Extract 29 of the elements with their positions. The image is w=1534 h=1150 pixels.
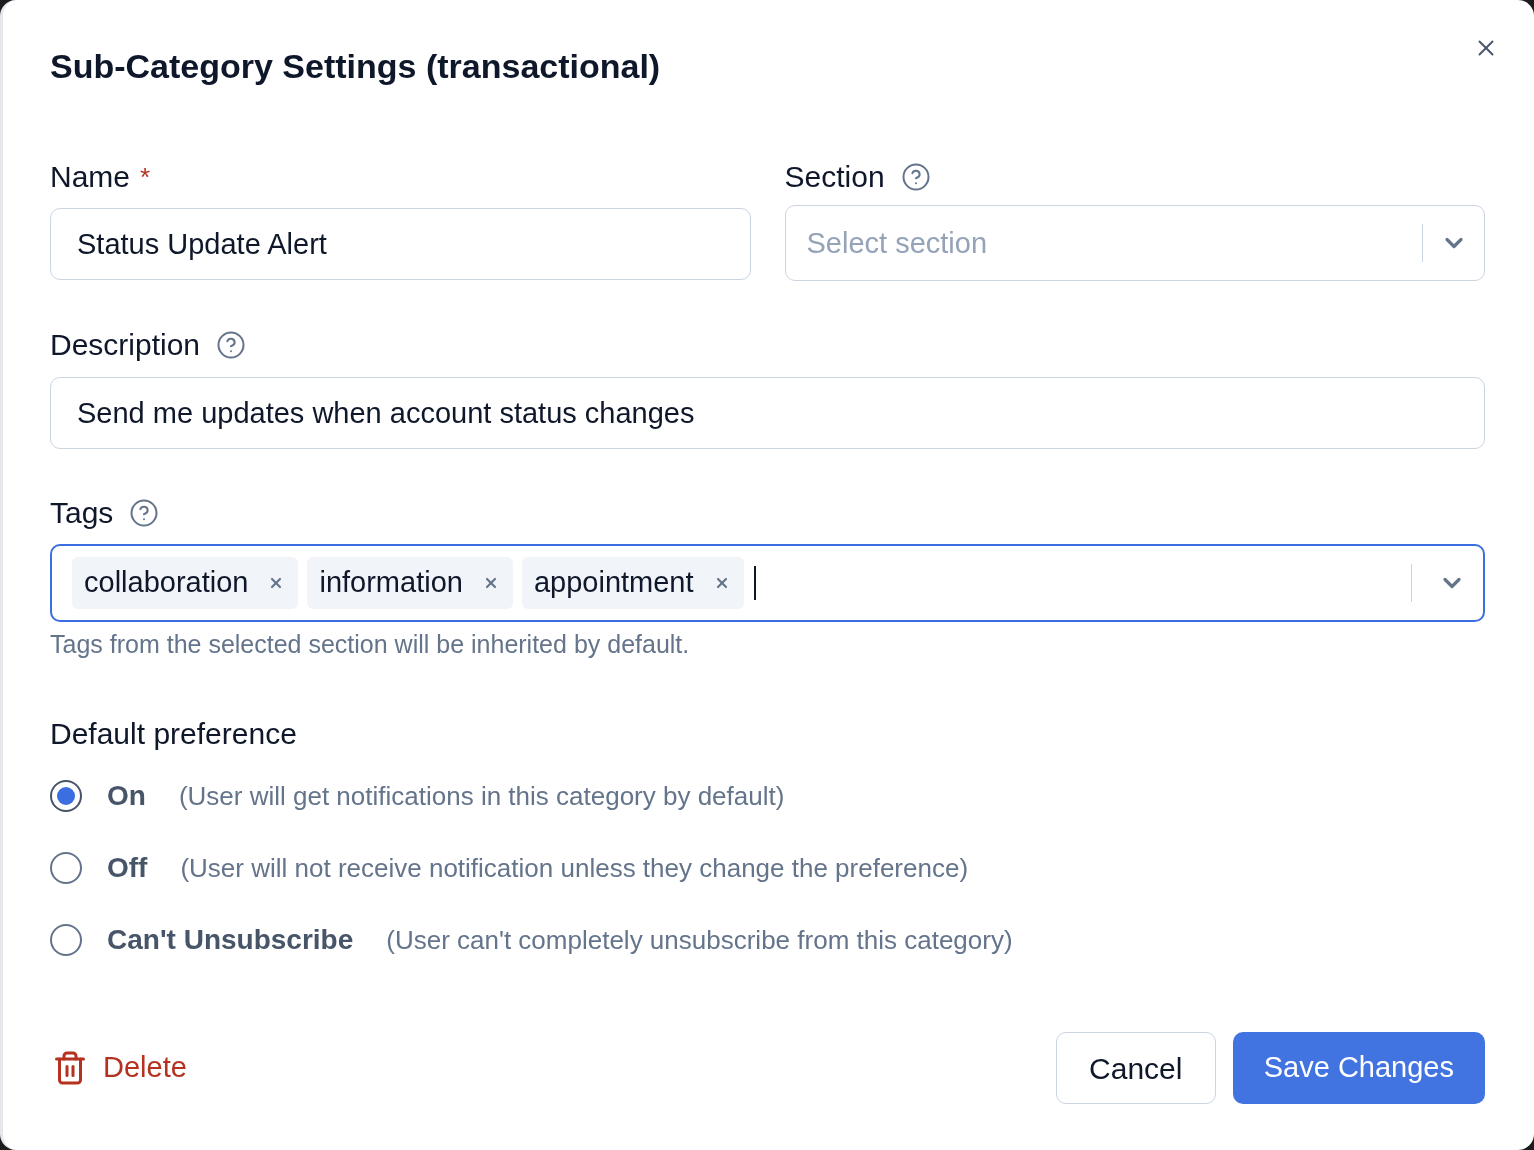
field-label: Section: [784, 159, 885, 195]
field-label: Tags: [50, 495, 114, 531]
dialog-title: Sub-Category Settings (transactional): [50, 46, 661, 86]
description-input[interactable]: Send me updates when account status changes: [50, 377, 1485, 449]
option-label: On: [107, 779, 146, 813]
tags-hint: Tags from the selected section will be inherited by default.: [50, 629, 690, 659]
radio-button[interactable]: [50, 924, 82, 956]
option-description: (User will get notifications in this category by default): [178, 779, 785, 813]
required-asterisk: *: [140, 162, 151, 192]
tag-label: appointment: [533, 565, 694, 601]
trash-icon: [52, 1050, 88, 1086]
field-label: Name: [50, 159, 131, 195]
tag-label: collaboration: [84, 565, 249, 601]
section-heading: Default preference: [50, 716, 297, 752]
tags-input[interactable]: collaboration information appointment: [50, 544, 1485, 622]
save-button[interactable]: Save Changes: [1232, 1032, 1485, 1104]
option-label: Off: [107, 851, 148, 885]
cancel-button[interactable]: Cancel: [1055, 1032, 1216, 1104]
radio-button[interactable]: [50, 780, 82, 812]
radio-button[interactable]: [50, 852, 82, 884]
delete-button[interactable]: Delete: [50, 1046, 187, 1090]
section-select[interactable]: Select section: [784, 205, 1485, 281]
option-description: (User will not receive notification unless they change the preference): [180, 851, 969, 885]
field-label: Description: [50, 327, 201, 363]
option-description: (User can't completely unsubscribe from this category): [386, 923, 1013, 957]
tag-label: information: [319, 565, 463, 601]
name-input[interactable]: Status Update Alert: [50, 208, 751, 280]
text-cursor-icon: [753, 566, 756, 600]
option-label: Can't Unsubscribe: [107, 923, 354, 957]
